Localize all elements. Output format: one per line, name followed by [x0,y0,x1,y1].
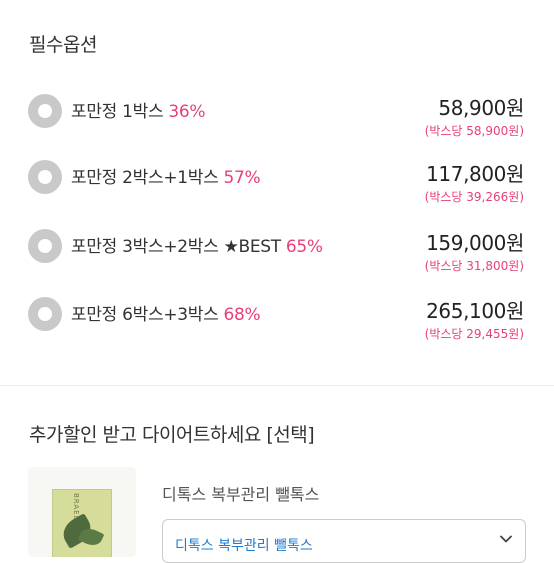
option-price: 159,000원 [426,231,524,255]
select-value: 디톡스 복부관리 뺄톡스 [175,538,313,554]
radio-button[interactable] [28,94,62,128]
addon-section: 추가할인 받고 다이어트하세요 [선택] BRAELTON 디톡스 복부관리 뺄… [0,386,554,563]
option-label: 포만정 1박스 36% [71,97,206,122]
option-price: 117,800원 [426,162,524,186]
discount-rate: 57% [223,168,261,188]
option-name: 포만정 1박스 [71,102,164,122]
addon-select-dropdown[interactable]: 디톡스 복부관리 뺄톡스 [162,519,526,563]
option-price: 58,900원 [438,96,524,120]
option-item-2[interactable]: 포만정 2박스+1박스 57% 117,800원 (박스당 39,266원) [0,156,554,216]
unit-price: (박스당 31,800원) [424,259,524,273]
radio-button[interactable] [28,297,62,331]
option-label: 포만정 6박스+3박스 68% [71,300,261,325]
option-item-3[interactable]: 포만정 3박스+2박스 ★BEST 65% 159,000원 (박스당 31,80… [0,225,554,285]
option-label: 포만정 2박스+1박스 57% [71,163,261,188]
discount-rate: 65% [285,237,323,257]
option-name: 포만정 6박스+3박스 [71,305,219,325]
option-item-4[interactable]: 포만정 6박스+3박스 68% 265,100원 (박스당 29,455원) [0,293,554,353]
unit-price: (박스당 58,900원) [424,124,524,138]
chevron-down-icon [500,535,512,543]
unit-price: (박스당 29,455원) [424,327,524,341]
option-label: 포만정 3박스+2박스 ★BEST 65% [71,232,323,257]
option-sheet: 필수옵션 포만정 1박스 36% 58,900원 (박스당 58,900원) 포만… [0,0,554,385]
option-name: 포만정 3박스+2박스 ★BEST [71,237,281,257]
product-thumbnail[interactable]: BRAELTON [28,467,136,557]
radio-button[interactable] [28,160,62,194]
option-price: 265,100원 [426,299,524,323]
addon-product-name: 디톡스 복부관리 뺄톡스 [162,485,320,504]
radio-button[interactable] [28,229,62,263]
option-item-1[interactable]: 포만정 1박스 36% 58,900원 (박스당 58,900원) [0,90,554,150]
option-name: 포만정 2박스+1박스 [71,168,219,188]
unit-price: (박스당 39,266원) [424,190,524,204]
required-options-title: 필수옵션 [29,34,97,56]
discount-rate: 68% [223,305,261,325]
discount-rate: 36% [168,102,206,122]
addon-title: 추가할인 받고 다이어트하세요 [선택] [29,424,315,446]
